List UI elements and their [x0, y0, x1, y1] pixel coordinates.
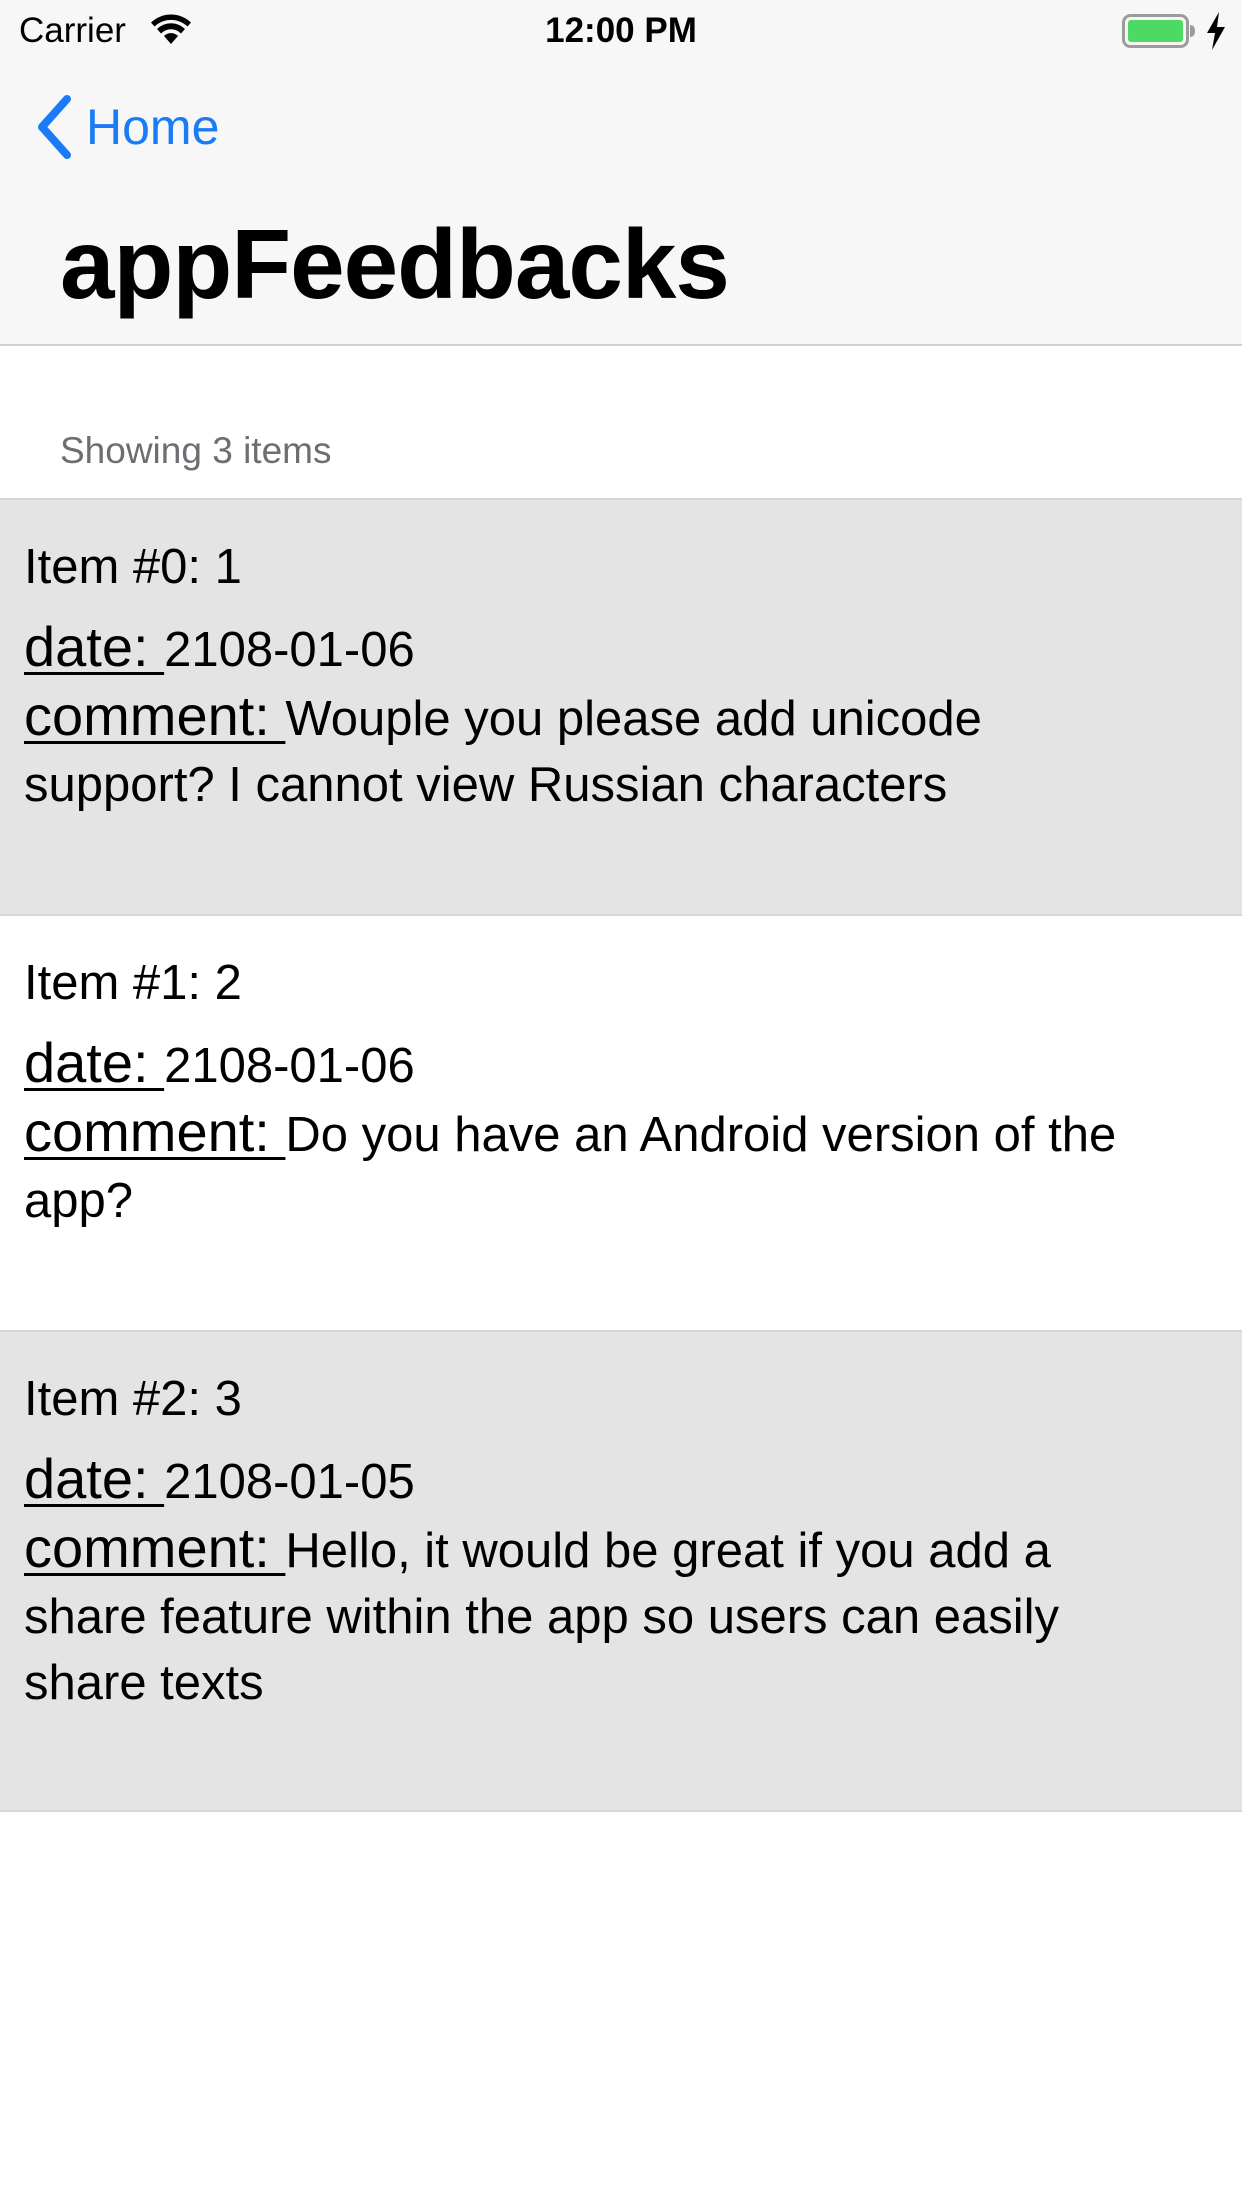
screen: Carrier 12:00 PM Home appFeedbacks Showi… — [0, 0, 1242, 2208]
chevron-left-icon — [38, 95, 71, 159]
item-heading: Item #2: 3 — [24, 1372, 242, 1426]
list-item[interactable]: Item #0: 1 date: 2108-01-06 comment: Wou… — [0, 500, 1242, 916]
item-heading: Item #1: 2 — [24, 956, 242, 1010]
back-button[interactable]: Home — [34, 92, 219, 162]
status-time: 12:00 PM — [545, 11, 697, 50]
comment-key: comment: — [24, 684, 286, 747]
item-heading: Item #0: 1 — [24, 540, 242, 594]
date-key: date: — [24, 615, 165, 678]
comment-field: comment: Hello, it would be great if you… — [24, 1515, 1134, 1716]
date-value: 2108-01-06 — [164, 623, 415, 677]
date-value: 2108-01-06 — [164, 1039, 415, 1093]
date-field: date: 2108-01-05 — [24, 1446, 1134, 1515]
date-key: date: — [24, 1447, 165, 1510]
date-value: 2108-01-05 — [164, 1455, 415, 1509]
item-count-label: Showing 3 items — [60, 430, 332, 471]
navigation-bar: Carrier 12:00 PM Home appFeedbacks — [0, 0, 1242, 346]
status-bar: Carrier 12:00 PM — [0, 0, 1242, 62]
date-field: date: 2108-01-06 — [24, 1030, 1134, 1099]
list-item[interactable]: Item #1: 2 date: 2108-01-06 comment: Do … — [0, 916, 1242, 1332]
page-title: appFeedbacks — [60, 209, 730, 319]
comment-key: comment: — [24, 1516, 286, 1579]
battery-icon — [1122, 14, 1195, 48]
date-key: date: — [24, 1031, 165, 1094]
bolt-icon — [1207, 12, 1225, 50]
feedback-list: Item #0: 1 date: 2108-01-06 comment: Wou… — [0, 498, 1242, 1812]
back-button-label: Home — [86, 99, 220, 155]
date-field: date: 2108-01-06 — [24, 614, 1134, 683]
comment-key: comment: — [24, 1100, 286, 1163]
section-header: Showing 3 items — [0, 346, 1242, 498]
comment-field: comment: Wouple you please add unicode s… — [24, 683, 1134, 818]
comment-field: comment: Do you have an Android version … — [24, 1099, 1134, 1234]
list-item[interactable]: Item #2: 3 date: 2108-01-05 comment: Hel… — [0, 1332, 1242, 1812]
